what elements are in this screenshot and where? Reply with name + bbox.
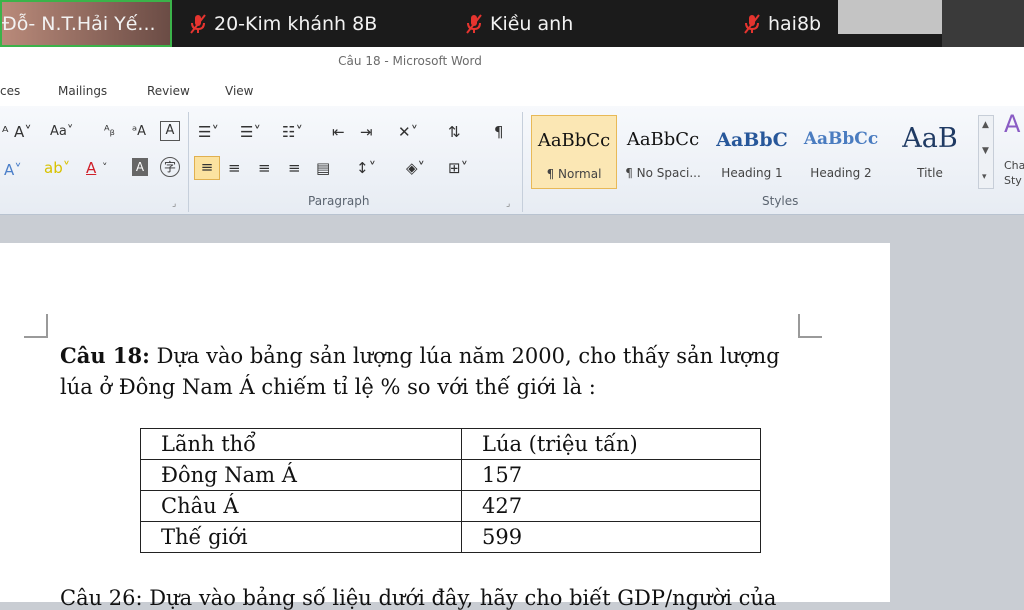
group-separator xyxy=(522,112,523,212)
multilevel-list-icon[interactable]: ☷˅ xyxy=(282,122,303,142)
participant-name: Đỗ- N.T.Hải Yế... xyxy=(2,13,156,35)
style-name: Heading 2 xyxy=(810,166,872,180)
grow-shrink-font-icon[interactable]: A˅ xyxy=(14,122,32,142)
table-header-cell: Lúa (triệu tấn) xyxy=(461,428,761,460)
group-separator xyxy=(188,112,189,212)
ribbon-tab-bar: ces Mailings Review View xyxy=(0,78,1024,106)
justify-icon[interactable]: ≡ xyxy=(288,158,301,178)
highlight-icon[interactable]: ab˅ xyxy=(44,158,70,178)
crop-mark-top-left xyxy=(24,314,48,338)
table-cell: Thế giới xyxy=(140,521,462,553)
window-titlebar: Câu 18 - Microsoft Word xyxy=(0,47,1024,78)
style-heading-2[interactable]: AaBbCc Heading 2 xyxy=(798,115,884,189)
style-no-spacing[interactable]: AaBbCc ¶ No Spaci... xyxy=(620,115,706,189)
style-sample: AaBbCc xyxy=(803,129,879,149)
change-styles-icon[interactable]: A xyxy=(1004,112,1020,136)
table-header-row: Lãnh thổ Lúa (triệu tấn) xyxy=(140,428,761,460)
style-name: Title xyxy=(917,166,943,180)
question-text: Dựa vào bảng sản lượng lúa năm 2000, cho… xyxy=(60,344,780,399)
change-case-icon[interactable]: Aa˅ xyxy=(50,122,73,142)
decrease-indent-icon[interactable]: ⇤ xyxy=(332,122,345,142)
sort-icon[interactable]: ⇅ xyxy=(448,122,461,142)
question-paragraph[interactable]: Câu 18: Dựa vào bảng sản lượng lúa năm 2… xyxy=(60,340,790,403)
styles-gallery-scrollbar[interactable]: ▲ ▼ ▾ xyxy=(978,115,994,189)
show-formatting-marks-icon[interactable]: ¶ xyxy=(494,122,504,142)
window-title: Câu 18 - Microsoft Word xyxy=(338,54,482,68)
style-name: ¶ No Spaci... xyxy=(625,166,701,180)
text-effects-icon[interactable]: A˅ xyxy=(4,160,22,180)
scroll-up-icon[interactable]: ▲ xyxy=(982,120,989,130)
participant-name: hai8b xyxy=(768,13,822,35)
table-header-cell: Lãnh thổ xyxy=(140,428,462,460)
style-sample: AaBbCc xyxy=(537,130,611,151)
participant-tile-3[interactable]: Kiều anh xyxy=(466,4,573,44)
ribbon: ᴬ A˅ Aa˅ ᴬᵦ ᵃA A A˅ ab˅ A ˅ A 字 ⌟ ☰˅ ☰˅ … xyxy=(0,106,1024,215)
style-title[interactable]: AaB Title xyxy=(887,115,973,189)
phonetic-guide-icon[interactable]: ᵃA xyxy=(132,122,146,142)
style-sample: AaB xyxy=(902,123,958,154)
next-question-paragraph[interactable]: Câu 26: Dựa vào bảng số liệu dưới đây, h… xyxy=(60,586,776,610)
distributed-icon[interactable]: ▤ xyxy=(316,158,330,178)
video-thumbnail[interactable] xyxy=(838,0,942,34)
scroll-down-icon[interactable]: ▼ xyxy=(982,146,989,156)
style-normal[interactable]: AaBbCc ¶ Normal xyxy=(531,115,617,189)
increase-indent-icon[interactable]: ⇥ xyxy=(360,122,373,142)
table-cell: 427 xyxy=(461,490,761,522)
style-name: ¶ Normal xyxy=(546,167,602,181)
tab-references[interactable]: ces xyxy=(0,84,20,98)
tab-mailings[interactable]: Mailings xyxy=(58,84,107,98)
participant-name: 20-Kim khánh 8B xyxy=(214,13,378,35)
character-border-icon[interactable]: A xyxy=(160,121,180,141)
align-right-icon[interactable]: ≡ xyxy=(258,158,271,178)
mic-muted-icon xyxy=(190,13,206,35)
numbering-icon[interactable]: ☰˅ xyxy=(240,122,261,142)
character-shading-icon[interactable]: A xyxy=(132,158,148,176)
enclose-characters-icon[interactable]: 字 xyxy=(160,157,180,177)
table-cell: 599 xyxy=(461,521,761,553)
participant-name: Kiều anh xyxy=(490,13,574,35)
mic-muted-icon xyxy=(466,13,482,35)
participant-tile-2[interactable]: 20-Kim khánh 8B xyxy=(190,4,377,44)
change-styles-label[interactable]: Cha Sty xyxy=(1004,158,1024,188)
participant-tile-4[interactable]: hai8b xyxy=(744,4,821,44)
tab-view[interactable]: View xyxy=(225,84,253,98)
styles-group-label: Styles xyxy=(762,194,799,208)
table-cell: Châu Á xyxy=(140,490,462,522)
font-dialog-launcher-icon[interactable]: ⌟ xyxy=(172,194,176,214)
font-color-dropdown-icon[interactable]: ˅ xyxy=(102,158,108,178)
asian-layout-icon[interactable]: ✕˅ xyxy=(398,122,418,142)
table-row: Đông Nam Á 157 xyxy=(140,459,761,491)
tab-review[interactable]: Review xyxy=(147,84,190,98)
bullets-icon[interactable]: ☰˅ xyxy=(198,122,219,142)
font-color-icon[interactable]: A xyxy=(86,158,96,178)
mic-muted-icon xyxy=(744,13,760,35)
question-label: Câu 18: xyxy=(60,343,150,368)
zoom-participant-strip: Đỗ- N.T.Hải Yế... 20-Kim khánh 8B Kiều a… xyxy=(0,0,1024,47)
video-thumbnail[interactable] xyxy=(942,0,1024,47)
style-name: Heading 1 xyxy=(721,166,783,180)
align-left-button[interactable]: ≡ xyxy=(194,156,220,180)
participant-tile-1[interactable]: Đỗ- N.T.Hải Yế... xyxy=(2,4,156,44)
table-cell: 157 xyxy=(461,459,761,491)
more-styles-icon[interactable]: ▾ xyxy=(982,172,987,182)
style-sample: AaBbC xyxy=(716,129,788,151)
shading-icon[interactable]: ◈˅ xyxy=(406,158,425,178)
shrink-font-icon[interactable]: ᴬ xyxy=(2,122,8,142)
data-table[interactable]: Lãnh thổ Lúa (triệu tấn) Đông Nam Á 157 … xyxy=(140,428,761,553)
borders-icon[interactable]: ⊞˅ xyxy=(448,158,468,178)
table-row: Châu Á 427 xyxy=(140,490,761,522)
style-sample: AaBbCc xyxy=(626,129,700,150)
style-heading-1[interactable]: AaBbC Heading 1 xyxy=(709,115,795,189)
line-spacing-icon[interactable]: ↕˅ xyxy=(356,158,376,178)
crop-mark-top-right xyxy=(798,314,822,338)
table-cell: Đông Nam Á xyxy=(140,459,462,491)
align-center-icon[interactable]: ≡ xyxy=(228,158,241,178)
table-row: Thế giới 599 xyxy=(140,521,761,553)
clear-format-icon[interactable]: ᴬᵦ xyxy=(104,122,115,142)
paragraph-dialog-launcher-icon[interactable]: ⌟ xyxy=(506,194,510,214)
paragraph-group-label: Paragraph xyxy=(308,194,370,208)
